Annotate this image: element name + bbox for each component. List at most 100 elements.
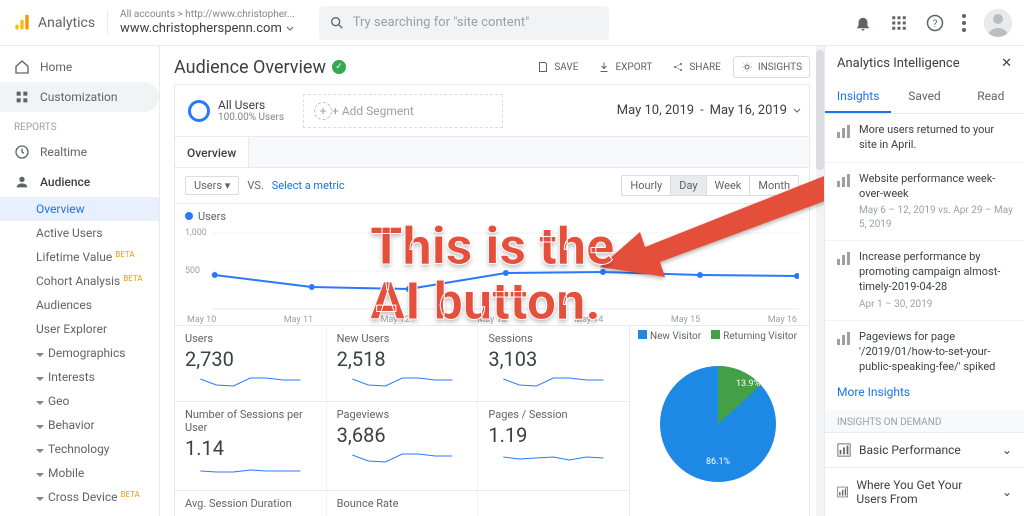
nav-sub-interests[interactable]: Interests (0, 365, 159, 389)
export-icon (598, 61, 610, 73)
metric-pages-per-session[interactable]: Pages / Session1.19 (478, 402, 629, 490)
main-chart: Users 1,000 500 May 10May 11May 12May 13… (174, 204, 810, 326)
dashboard-icon (837, 485, 848, 499)
nav-sub-custom[interactable]: Custom (0, 509, 159, 516)
help-icon[interactable]: ? (926, 14, 944, 32)
intel-tab-read[interactable]: Read (958, 81, 1024, 113)
insight-item[interactable]: Website performance week-over-weekMay 6 … (825, 163, 1024, 242)
nav-sub-behavior[interactable]: Behavior (0, 413, 159, 437)
chart-legend-users: Users (198, 210, 226, 223)
save-button[interactable]: SAVE (529, 56, 586, 78)
intel-tab-saved[interactable]: Saved (891, 81, 957, 113)
search-box[interactable]: Try searching for "site content" (319, 6, 609, 40)
insight-item[interactable]: Increase performance by promoting campai… (825, 241, 1024, 321)
product-name: Analytics (38, 15, 95, 31)
nav-sub-geo[interactable]: Geo (0, 389, 159, 413)
gran-day[interactable]: Day (670, 176, 705, 195)
insight-icon (835, 251, 851, 267)
page-header: Audience Overview ✓ SAVE EXPORT SHARE IN… (174, 56, 810, 78)
page-title: Audience Overview ✓ (174, 57, 346, 78)
metric-sessions[interactable]: Sessions3,103 (478, 326, 629, 401)
nav-sub-lifetime-value[interactable]: Lifetime ValueBETA (0, 245, 159, 269)
nav-sub-mobile[interactable]: Mobile (0, 461, 159, 485)
metrics-row-3: Avg. Session Duration00:01:51 Bounce Rat… (174, 491, 630, 516)
metric-avg-session-duration[interactable]: Avg. Session Duration00:01:51 (175, 491, 326, 516)
apps-grid-icon[interactable] (890, 14, 908, 32)
clock-icon (14, 144, 30, 160)
nav-sub-demographics[interactable]: Demographics (0, 341, 159, 365)
insight-item[interactable]: More users returned to your site in Apri… (825, 114, 1024, 163)
analytics-intelligence-panel: Analytics Intelligence ✕ Insights Saved … (824, 46, 1024, 516)
ondemand-user-sources[interactable]: Where You Get Your Users From ⌄ (825, 467, 1024, 516)
ondemand-basic-performance[interactable]: Basic Performance ⌄ (825, 432, 1024, 467)
metric-selector[interactable]: Users ▾ (185, 176, 239, 195)
line-chart-svg: 1,000 500 (185, 225, 799, 311)
verified-icon: ✓ (332, 60, 346, 74)
analytics-logo-icon (12, 13, 32, 33)
metric-new-users[interactable]: New Users2,518 (327, 326, 478, 401)
export-button[interactable]: EXPORT (590, 56, 660, 78)
gran-hourly[interactable]: Hourly (622, 176, 670, 195)
topbar-right: ? (854, 9, 1012, 37)
nav-sub-user-explorer[interactable]: User Explorer (0, 317, 159, 341)
chevron-down-icon (793, 107, 801, 115)
save-icon (537, 61, 549, 73)
bell-icon[interactable] (854, 14, 872, 32)
gran-month[interactable]: Month (749, 176, 798, 195)
intel-tabs: Insights Saved Read (825, 81, 1024, 114)
intel-tab-insights[interactable]: Insights (825, 81, 891, 113)
gran-week[interactable]: Week (706, 176, 750, 195)
content-scrollbar[interactable] (816, 46, 824, 516)
metric-bounce-rate[interactable]: Bounce Rate58.42% (327, 491, 478, 516)
nav-sub-audiences[interactable]: Audiences (0, 293, 159, 317)
nav-sub-cross-device[interactable]: Cross DeviceBETA (0, 485, 159, 509)
nav-realtime[interactable]: Realtime (0, 137, 159, 167)
account-avatar[interactable] (984, 9, 1012, 37)
plus-icon: + (314, 102, 332, 120)
pie-chart-svg: 13.9% 86.1% (638, 344, 798, 494)
tab-overview[interactable]: Overview (175, 137, 249, 167)
insight-item[interactable]: Pageviews for page '/2019/01/how-to-set-… (825, 321, 1024, 375)
more-insights-link[interactable]: More Insights (825, 375, 1024, 409)
account-picker[interactable]: All accounts > http://www.christopher...… (120, 9, 295, 37)
share-icon (672, 61, 684, 73)
close-icon[interactable]: ✕ (1001, 56, 1012, 71)
metric-pageviews[interactable]: Pageviews3,686 (327, 402, 478, 490)
chevron-down-icon: ⌄ (1002, 443, 1012, 457)
metric-sessions-per-user[interactable]: Number of Sessions per User1.14 (175, 402, 326, 490)
chevron-down-icon: ⌄ (1002, 485, 1012, 499)
insights-button[interactable]: INSIGHTS (733, 56, 810, 78)
svg-text:13.9%: 13.9% (736, 379, 761, 389)
vs-label: VS. (247, 179, 263, 192)
svg-text:?: ? (933, 18, 938, 29)
nav-sub-cohort-analysis[interactable]: Cohort AnalysisBETA (0, 269, 159, 293)
date-range-picker[interactable]: May 10, 2019 - May 16, 2019 (617, 103, 801, 118)
segment-bar: All Users100.00% Users + + Add Segment M… (174, 84, 810, 137)
segment-all-users[interactable]: All Users100.00% Users (183, 93, 289, 128)
dashboard-icon (837, 443, 851, 457)
insight-icon (835, 173, 851, 189)
content: Audience Overview ✓ SAVE EXPORT SHARE IN… (160, 46, 824, 516)
nav-sub-overview[interactable]: Overview (0, 197, 159, 221)
nav-audience[interactable]: Audience (0, 167, 159, 197)
nav-section-reports: REPORTS (0, 112, 159, 137)
nav-customization[interactable]: Customization (0, 82, 159, 112)
select-metric-link[interactable]: Select a metric (272, 179, 345, 192)
metrics-row-1: Users2,730 New Users2,518 Sessions3,103 (174, 326, 630, 402)
search-icon (329, 15, 345, 31)
ga-logo[interactable]: Analytics (12, 13, 95, 33)
kebab-menu-icon[interactable] (962, 14, 966, 32)
chart-controls: Users ▾ VS. Select a metric Hourly Day W… (174, 168, 810, 204)
audience-icon (14, 174, 30, 190)
left-nav: Home Customization REPORTS Realtime Audi… (0, 46, 160, 516)
share-button[interactable]: SHARE (664, 56, 729, 78)
svg-text:1,000: 1,000 (185, 228, 207, 238)
metric-users[interactable]: Users2,730 (175, 326, 326, 401)
search-placeholder: Try searching for "site content" (353, 15, 530, 30)
nav-sub-active-users[interactable]: Active Users (0, 221, 159, 245)
nav-sub-technology[interactable]: Technology (0, 437, 159, 461)
add-segment-button[interactable]: + + Add Segment (303, 94, 503, 128)
insights-on-demand-label: INSIGHTS ON DEMAND (825, 409, 1024, 432)
granularity-toggle: Hourly Day Week Month (621, 175, 799, 196)
nav-home[interactable]: Home (0, 52, 159, 82)
